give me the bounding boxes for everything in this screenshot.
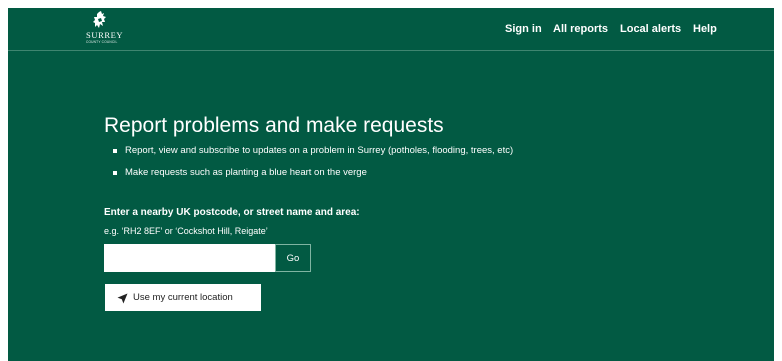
page-frame: SURREY COUNTY COUNCIL Sign in All report…	[8, 8, 774, 361]
intro-list: Report, view and subscribe to updates on…	[104, 144, 513, 188]
nav-help[interactable]: Help	[693, 21, 717, 37]
list-item-text: Report, view and subscribe to updates on…	[125, 145, 514, 156]
search-label: Enter a nearby UK postcode, or street na…	[104, 207, 360, 218]
list-item: Make requests such as planting a blue he…	[104, 166, 513, 179]
logo-subtitle: COUNTY COUNCIL	[86, 40, 118, 44]
nav-local-alerts[interactable]: Local alerts	[620, 21, 681, 37]
list-item-text: Make requests such as planting a blue he…	[125, 167, 367, 178]
postcode-search-input[interactable]	[104, 244, 275, 272]
use-location-button[interactable]: Use my current location	[105, 284, 261, 311]
list-item: Report, view and subscribe to updates on…	[104, 144, 513, 157]
nav-sign-in[interactable]: Sign in	[505, 21, 542, 37]
go-button[interactable]: Go	[275, 244, 311, 272]
search-hint: e.g. ‘RH2 8EF’ or ‘Cockshot Hill, Reigat…	[104, 226, 268, 236]
site-header: SURREY COUNTY COUNCIL Sign in All report…	[8, 8, 774, 51]
location-arrow-icon	[117, 293, 128, 304]
page-title: Report problems and make requests	[104, 114, 444, 137]
bullet-icon	[113, 171, 117, 175]
nav-all-reports[interactable]: All reports	[553, 21, 608, 37]
bullet-icon	[113, 149, 117, 153]
use-location-label: Use my current location	[133, 292, 233, 303]
main-nav: Sign in All reports Local alerts Help	[8, 21, 774, 39]
